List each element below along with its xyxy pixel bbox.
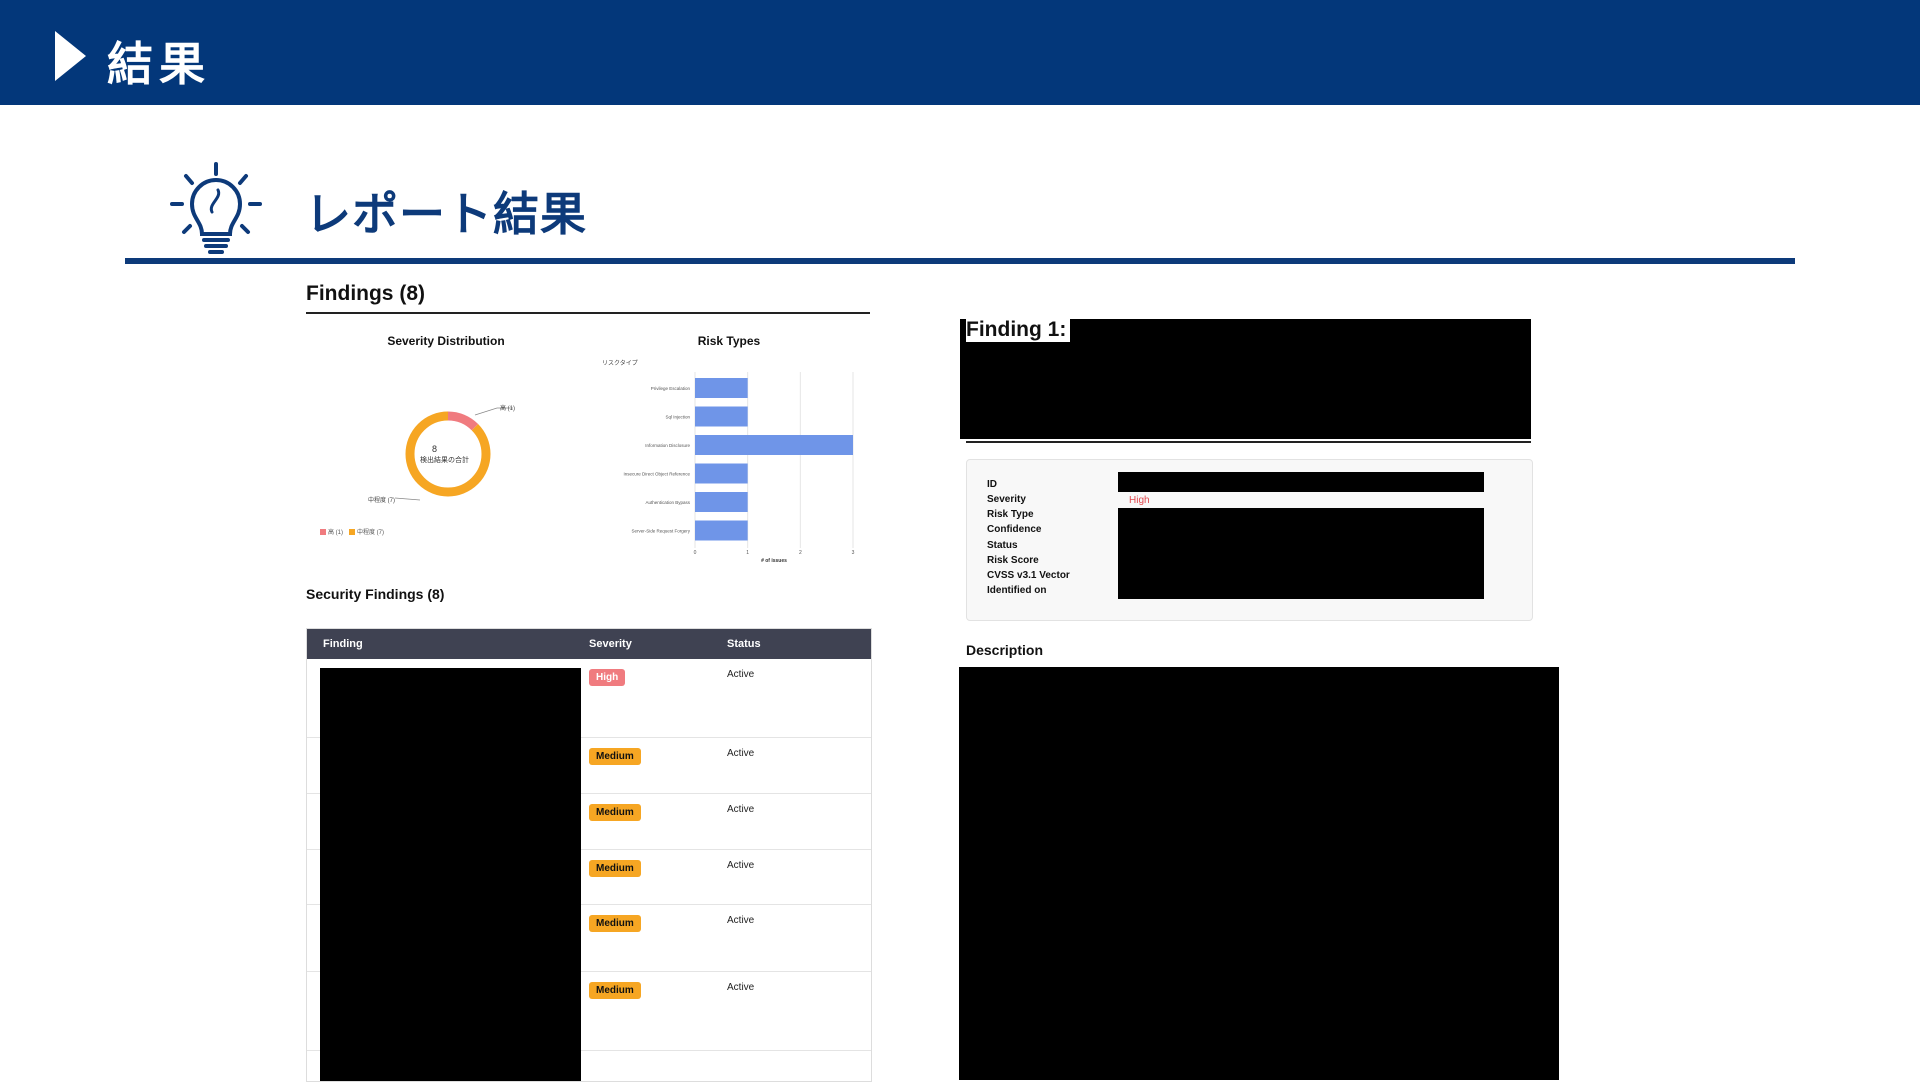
lightbulb-icon <box>170 162 262 254</box>
label-cvss-vector: CVSS v3.1 Vector <box>987 570 1070 581</box>
findings-table: Finding Severity Status High Active Medi… <box>306 628 872 1082</box>
y-tick-label: Sql Injection <box>665 415 690 420</box>
finding-divider <box>966 441 1531 443</box>
donut-label-medium: 中程度 (7) <box>368 498 396 504</box>
label-risk-score: Risk Score <box>987 555 1039 566</box>
redacted-id-value <box>1118 472 1484 492</box>
y-tick-label: Information Disclosure <box>645 443 690 448</box>
risk-legend-title: リスクタイプ <box>602 361 638 367</box>
x-axis-label: # of issues <box>761 558 787 564</box>
table-header: Finding Severity Status <box>307 629 871 659</box>
legend-item-medium: 中程度 (7) <box>349 527 384 536</box>
y-tick-label: Privilege Escalation <box>651 386 691 391</box>
severity-badge: Medium <box>589 982 641 999</box>
label-severity: Severity <box>987 494 1026 505</box>
column-finding[interactable]: Finding <box>323 638 363 650</box>
risk-chart-title: Risk Types <box>697 334 761 348</box>
security-findings-heading: Security Findings (8) <box>306 586 445 602</box>
label-identified-on: Identified on <box>987 585 1047 596</box>
report-title: レポート結果 <box>305 187 587 241</box>
bar-server-side-request-forgery <box>695 520 748 541</box>
redacted-finding-names <box>320 668 581 1081</box>
header-title: 結果 <box>107 37 211 91</box>
status-text: Active <box>727 669 755 680</box>
status-text: Active <box>727 748 755 759</box>
donut-label-high: 高 (1) <box>500 406 516 412</box>
risk-types-bar-chart: 0 1 2 3 Privilege Escalation Sql Injection Inf… <box>623 372 855 564</box>
header-bar: 結果 <box>0 0 1920 105</box>
y-tick-label: Authentication Bypass <box>645 500 690 505</box>
status-text: Active <box>727 860 755 871</box>
y-tick-label: Server-Side Request Forgery <box>631 529 690 534</box>
donut-leader-lines <box>394 407 513 501</box>
severity-badge: Medium <box>589 748 641 765</box>
findings-heading: Findings (8) <box>306 282 425 305</box>
bar-information-disclosure <box>695 435 853 455</box>
status-text: Active <box>727 982 755 993</box>
label-risk-type: Risk Type <box>987 509 1034 520</box>
status-text: Active <box>727 915 755 926</box>
bar-privilege-escalation <box>695 378 748 398</box>
finding-details-panel: ID Severity Risk Type Confidence Status … <box>966 459 1533 621</box>
severity-badge: Medium <box>589 860 641 877</box>
title-divider <box>125 258 1795 264</box>
description-heading: Description <box>966 642 1044 658</box>
x-tick-label: 1 <box>746 550 749 556</box>
redacted-description <box>959 667 1559 1080</box>
legend-item-high: 高 (1) <box>320 527 343 536</box>
severity-legend: 高 (1) 中程度 (7) <box>320 527 384 536</box>
column-severity[interactable]: Severity <box>589 638 632 650</box>
bar-sql-injection <box>695 406 748 427</box>
status-text: Active <box>727 804 755 815</box>
severity-badge: High <box>589 669 626 686</box>
x-tick-label: 2 <box>799 550 802 556</box>
x-tick-label: 0 <box>694 550 697 556</box>
bar-insecure-direct-object-reference <box>695 463 748 484</box>
label-confidence: Confidence <box>987 524 1042 535</box>
y-tick-label: Insecure Direct Object Reference <box>623 472 690 477</box>
findings-divider <box>306 312 870 314</box>
label-status: Status <box>987 540 1018 551</box>
bar-authentication-bypass <box>695 492 748 512</box>
column-status[interactable]: Status <box>727 638 761 650</box>
x-tick-label: 3 <box>852 550 855 556</box>
severity-badge: Medium <box>589 804 641 821</box>
severity-value: High <box>1129 495 1150 506</box>
severity-chart-title: Severity Distribution <box>387 334 505 348</box>
play-triangle-icon <box>55 31 86 81</box>
severity-badge: Medium <box>589 915 641 932</box>
finding-title: Finding 1: <box>966 318 1071 342</box>
label-id: ID <box>987 479 997 490</box>
redacted-detail-values <box>1118 508 1484 599</box>
